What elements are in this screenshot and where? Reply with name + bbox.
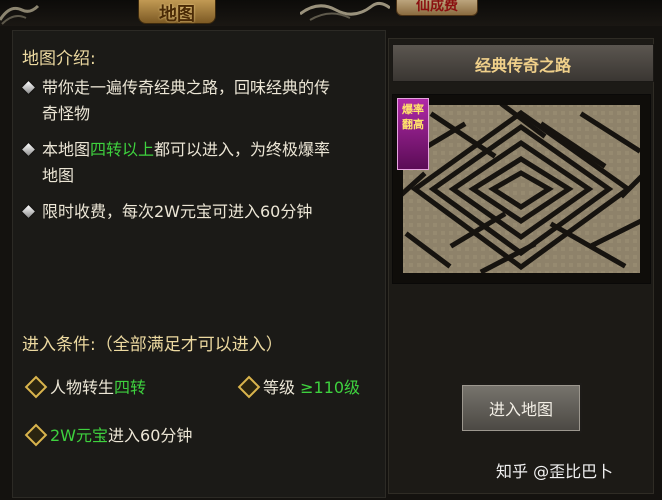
intro-bullet-2-line-1: 本地图四转以上都可以进入，为终极爆率 <box>42 136 330 160</box>
condition-level-value: ≥110级 <box>300 378 361 397</box>
intro-bullet-2-post: 都可以进入，为终极爆率 <box>154 140 331 159</box>
diamond-bullet-icon <box>22 143 35 156</box>
watermark: 知乎 @歪比巴卜 <box>496 462 614 481</box>
diamond-bullet-icon <box>22 205 35 218</box>
condition-diamond-icon <box>237 375 261 399</box>
intro-bullet-3-line-1: 限时收费，每次2W元宝可进入60分钟 <box>42 202 313 221</box>
map-name: 经典传奇之路 <box>474 56 571 75</box>
condition-level: 等级 ≥110级 <box>263 374 360 398</box>
drop-rate-badge-text: 爆率翻高 <box>402 103 424 131</box>
dragon-ornament-left-icon <box>0 4 40 25</box>
maze-map-image <box>393 95 650 283</box>
drop-rate-badge: 爆率翻高 <box>397 98 429 170</box>
map-name-header: 经典传奇之路 <box>392 44 654 82</box>
condition-ingot-label: 进入60分钟 <box>108 426 193 445</box>
intro-bullet-1-line-2: 奇怪物 <box>42 104 91 123</box>
window-title-plate: 地图 <box>138 0 216 25</box>
condition-diamond-icon <box>24 375 48 399</box>
condition-rebirth-value: 四转 <box>114 378 147 397</box>
enter-map-button[interactable]: 进入地图 <box>460 383 582 433</box>
intro-bullet-1-line-1: 带你走一遍传奇经典之路，回味经典的传 <box>42 78 331 97</box>
top-banner: 地图 仙成费 <box>0 0 662 26</box>
tab-label: 仙成费 <box>416 0 458 14</box>
intro-bullet-2-line-2: 地图 <box>42 166 75 185</box>
intro-bullet-2-highlight: 四转以上 <box>90 140 155 159</box>
window-title: 地图 <box>159 4 195 25</box>
intro-bullet-2-pre: 本地图 <box>42 140 91 159</box>
condition-diamond-icon <box>24 423 48 447</box>
tab-plate[interactable]: 仙成费 <box>396 0 478 16</box>
condition-level-label: 等级 <box>263 378 296 397</box>
condition-rebirth: 人物转生四转 <box>50 374 146 398</box>
condition-ingot-value: 2W元宝 <box>50 426 109 445</box>
condition-rebirth-label: 人物转生 <box>50 378 115 397</box>
map-description-panel: 地图介绍: 带你走一遍传奇经典之路，回味经典的传 奇怪物 本地图四转以上都可以进… <box>12 30 386 498</box>
map-preview <box>392 94 651 284</box>
conditions-heading: 进入条件:（全部满足才可以进入） <box>22 335 283 355</box>
dragon-ornament-right-icon <box>300 1 390 21</box>
diamond-bullet-icon <box>22 81 35 94</box>
condition-ingot: 2W元宝进入60分钟 <box>50 422 192 446</box>
intro-heading: 地图介绍: <box>22 49 96 69</box>
